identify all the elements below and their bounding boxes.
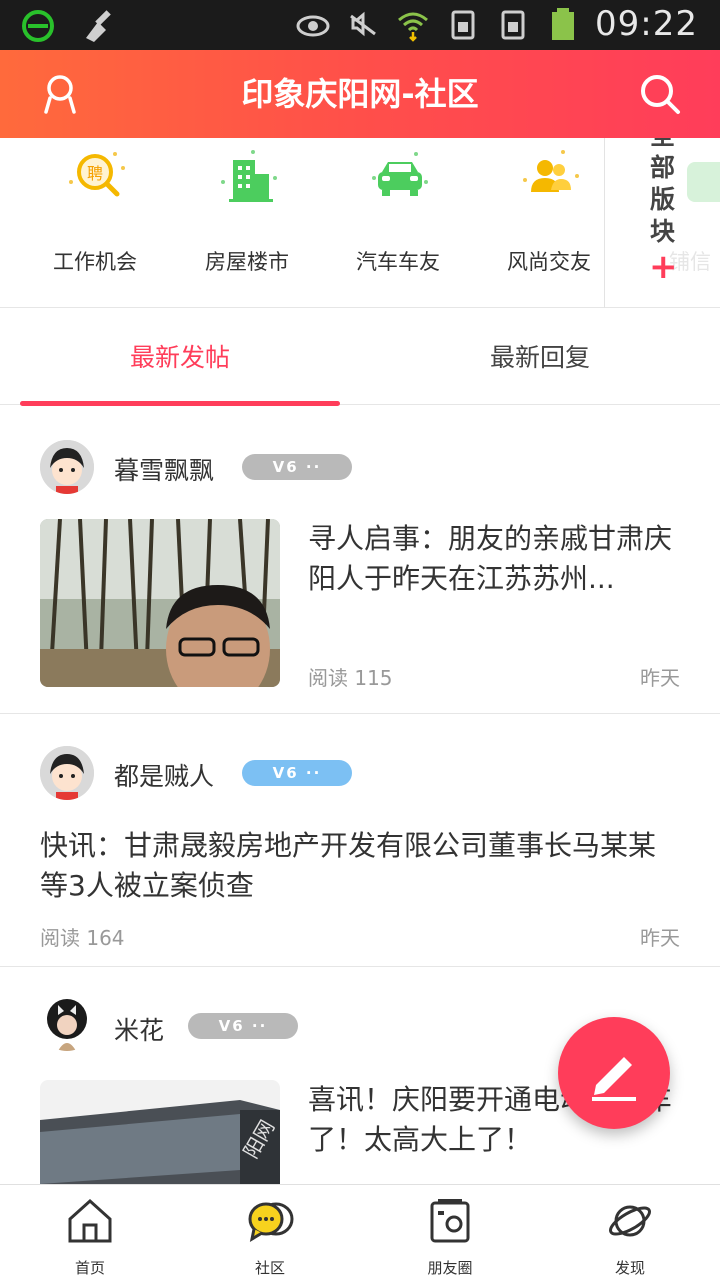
svg-text:聘: 聘 xyxy=(87,164,103,183)
tab-latest-posts[interactable]: 最新发帖 xyxy=(0,308,360,405)
post-time: 昨天 xyxy=(640,666,680,690)
avatar[interactable] xyxy=(40,440,94,494)
sim1-icon xyxy=(451,10,475,40)
section-icon-partial xyxy=(687,162,720,202)
category-jobs[interactable]: 聘 工作机会 xyxy=(20,138,170,308)
community-icon xyxy=(248,1202,294,1243)
sim2-icon xyxy=(501,10,525,40)
nav-community[interactable]: 社区 xyxy=(180,1185,360,1280)
afro-avatar-icon xyxy=(40,997,94,1051)
category-label: 风尚交友 xyxy=(507,250,591,274)
avatar[interactable] xyxy=(40,746,94,800)
clock: 09:22 xyxy=(595,4,698,44)
cartoon-avatar-icon xyxy=(40,746,94,800)
photo-forest-person xyxy=(40,519,280,687)
bottom-navigation: 首页 社区 朋友圈 发现 xyxy=(0,1184,720,1280)
moments-icon xyxy=(430,1199,470,1243)
search-icon[interactable] xyxy=(638,72,682,116)
post-item[interactable]: 暮雪飘飘 V6 ·· 寻人启事：朋友的亲戚甘肃庆阳人于昨天在江苏苏州... 阅读… xyxy=(0,406,720,714)
feed-tabs: 最新发帖 最新回复 xyxy=(0,308,720,405)
battery-icon xyxy=(552,8,575,40)
pencil-icon xyxy=(592,1057,636,1101)
read-count: 阅读 115 xyxy=(308,666,393,690)
level-badge: V6 ·· xyxy=(242,760,352,786)
level-badge: V6 ·· xyxy=(242,454,352,480)
status-bar: 09:22 xyxy=(0,0,720,50)
post-time: 昨天 xyxy=(640,926,680,950)
read-count: 阅读 164 xyxy=(40,926,125,950)
cartoon-avatar-icon xyxy=(40,440,94,494)
wifi-icon xyxy=(398,12,428,42)
post-thumbnail[interactable] xyxy=(40,519,280,687)
tab-latest-replies[interactable]: 最新回复 xyxy=(360,308,720,405)
nav-discover[interactable]: 发现 xyxy=(540,1185,720,1280)
home-icon xyxy=(68,1198,112,1243)
planet-icon xyxy=(609,1205,651,1237)
post-title[interactable]: 快讯：甘肃晟毅房地产开发有限公司董事长马某某等3人被立案侦查 xyxy=(40,826,680,906)
category-cars[interactable]: 汽车车友 xyxy=(323,138,473,308)
avatar[interactable] xyxy=(40,997,94,1051)
photo-electric-bus: 阳网 xyxy=(40,1080,280,1184)
friends-icon xyxy=(523,150,579,192)
category-row: 聘 工作机会 房屋楼市 汽车车友 风尚交友 部版块 铺信 + xyxy=(0,138,720,308)
level-badge: V6 ·· xyxy=(188,1013,298,1039)
category-social[interactable]: 风尚交友 xyxy=(474,138,624,308)
compose-post-button[interactable] xyxy=(558,1017,670,1129)
post-item[interactable]: 都是贼人 V6 ·· 快讯：甘肃晟毅房地产开发有限公司董事长马某某等3人被立案侦… xyxy=(0,714,720,967)
username[interactable]: 都是贼人 xyxy=(114,757,214,793)
category-label: 房屋楼市 xyxy=(205,250,289,274)
app-header: 印象庆阳网-社区 xyxy=(0,50,720,138)
nav-label: 社区 xyxy=(254,1259,285,1277)
category-housing[interactable]: 房屋楼市 xyxy=(172,138,322,308)
username[interactable]: 暮雪飘飘 xyxy=(114,451,214,487)
building-icon xyxy=(221,150,277,202)
username[interactable]: 米花 xyxy=(114,1011,164,1047)
nav-moments[interactable]: 朋友圈 xyxy=(360,1185,540,1280)
post-title[interactable]: 寻人启事：朋友的亲戚甘肃庆阳人于昨天在江苏苏州... xyxy=(308,519,680,599)
category-label: 汽车车友 xyxy=(356,250,440,274)
eye-icon xyxy=(296,15,330,37)
post-thumbnail[interactable]: 阳网 xyxy=(40,1080,280,1184)
nav-label: 首页 xyxy=(74,1259,105,1277)
nav-home[interactable]: 首页 xyxy=(0,1185,180,1280)
mute-icon xyxy=(350,11,376,37)
broom-icon xyxy=(86,10,111,42)
plus-icon: + xyxy=(649,247,678,287)
page-title: 印象庆阳网-社区 xyxy=(241,75,479,113)
recruit-icon: 聘 xyxy=(69,152,125,197)
all-sections-button[interactable]: 全部版块 铺信 + xyxy=(604,138,720,308)
car-icon xyxy=(372,152,428,196)
nav-label: 发现 xyxy=(614,1259,645,1277)
nav-label: 朋友圈 xyxy=(427,1259,473,1277)
all-sections-label: 全部版块 xyxy=(650,138,676,246)
category-label: 工作机会 xyxy=(53,250,137,274)
browser-e-icon xyxy=(22,10,54,42)
